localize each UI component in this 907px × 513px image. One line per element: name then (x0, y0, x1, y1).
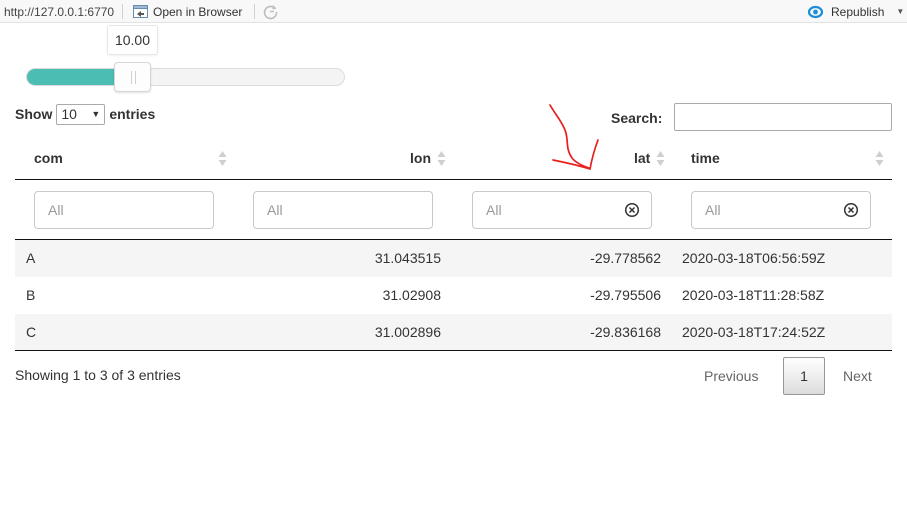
entries-label: entries (109, 106, 156, 122)
column-filter-row: All All All All (15, 180, 892, 240)
sort-icon[interactable] (218, 151, 227, 166)
filter-placeholder: All (705, 202, 721, 218)
column-header-com[interactable]: com (34, 139, 63, 179)
table-row[interactable]: B 31.02908 -29.795506 2020-03-18T11:28:5… (15, 277, 892, 314)
column-header-label: com (34, 150, 63, 166)
table-row[interactable]: C 31.002896 -29.836168 2020-03-18T17:24:… (15, 314, 892, 351)
cell-time: 2020-03-18T11:28:58Z (682, 287, 825, 303)
cell-time: 2020-03-18T17:24:52Z (682, 324, 826, 340)
open-in-browser-button[interactable]: Open in Browser (133, 3, 242, 20)
filter-time-input[interactable]: All (691, 191, 871, 229)
search-input[interactable] (674, 103, 892, 131)
table-bottom-border (15, 350, 892, 351)
column-header-lat[interactable]: lat (634, 139, 650, 179)
cell-lat: -29.836168 (590, 324, 661, 340)
open-browser-icon (133, 5, 148, 18)
filter-placeholder: All (486, 202, 502, 218)
republish-icon (807, 5, 824, 18)
url-label: http://127.0.0.1:6770 (4, 5, 115, 19)
slider-fill (27, 69, 123, 85)
filter-lat-input[interactable]: All (472, 191, 652, 229)
column-header-lon[interactable]: lon (410, 139, 431, 179)
filter-placeholder: All (267, 202, 283, 218)
slider-handle[interactable] (114, 62, 151, 92)
clear-icon[interactable] (624, 202, 640, 218)
open-in-browser-label: Open in Browser (153, 4, 243, 19)
column-header-time[interactable]: time (691, 139, 720, 179)
page-length-value: 10 (61, 105, 77, 122)
page-length-control: Show 10 ▼ entries (15, 103, 155, 125)
refresh-icon[interactable] (262, 3, 279, 20)
cell-lon: 31.043515 (374, 250, 441, 266)
page-1-button[interactable]: 1 (783, 357, 825, 395)
column-header-label: time (691, 150, 720, 166)
republish-label: Republish (831, 4, 885, 19)
toolbar-separator (122, 4, 123, 19)
chevron-down-icon: ▼ (91, 108, 101, 119)
search-label: Search: (611, 110, 663, 126)
cell-lat: -29.795506 (590, 287, 661, 303)
cell-lon: 31.02908 (382, 287, 441, 303)
page-length-select[interactable]: 10 ▼ (56, 103, 106, 125)
sort-icon[interactable] (875, 151, 884, 166)
cell-com: C (26, 324, 37, 340)
table-header-row: com lon lat time (15, 139, 892, 180)
column-header-label: lon (410, 150, 431, 166)
cell-time: 2020-03-18T06:56:59Z (682, 250, 826, 266)
grip-icon (131, 71, 136, 84)
previous-page-button[interactable]: Previous (704, 368, 758, 384)
viewer-toolbar: http://127.0.0.1:6770 Open in Browser Re… (0, 0, 907, 23)
toolbar-separator (254, 4, 255, 19)
chevron-down-icon[interactable]: ▼ (896, 7, 904, 16)
sort-icon[interactable] (437, 151, 446, 166)
slider-track[interactable] (26, 68, 345, 86)
republish-button[interactable]: Republish ▼ (806, 3, 904, 20)
filter-lon-input[interactable]: All (253, 191, 433, 229)
show-label: Show (15, 106, 53, 122)
cell-com: B (26, 287, 36, 303)
filter-placeholder: All (48, 202, 64, 218)
sort-icon[interactable] (656, 151, 665, 166)
column-header-label: lat (634, 150, 651, 166)
next-page-button[interactable]: Next (843, 368, 872, 384)
filter-com-input[interactable]: All (34, 191, 214, 229)
cell-lon: 31.002896 (374, 324, 441, 340)
slider-value-label: 10.00 (107, 25, 158, 55)
clear-icon[interactable] (843, 202, 859, 218)
cell-com: A (26, 250, 36, 266)
table-row[interactable]: A 31.043515 -29.778562 2020-03-18T06:56:… (15, 240, 892, 277)
cell-lat: -29.778562 (590, 250, 661, 266)
table-info: Showing 1 to 3 of 3 entries (15, 367, 181, 383)
